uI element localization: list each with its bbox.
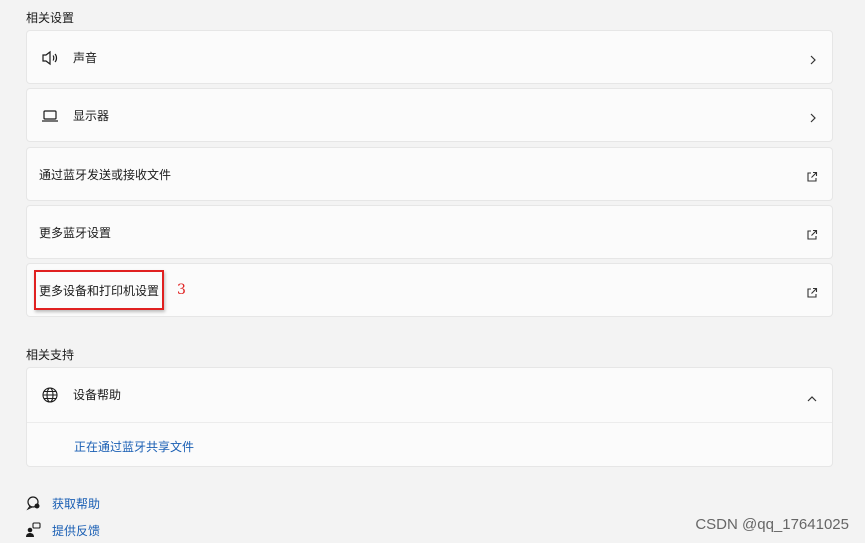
sound-label: 声音 (73, 51, 98, 65)
speaker-icon (41, 50, 59, 66)
help-chat-icon (25, 495, 41, 511)
chevron-right-icon (808, 109, 818, 123)
annotation-number: 3 (177, 282, 186, 298)
external-link-icon (806, 168, 818, 182)
sound-card[interactable]: 声音 (26, 30, 833, 84)
related-settings-title: 相关设置 (26, 11, 75, 25)
display-card[interactable]: 显示器 (26, 88, 833, 142)
related-support-title: 相关支持 (26, 348, 75, 362)
globe-icon (41, 386, 59, 404)
bluetooth-file-transfer-label: 通过蓝牙发送或接收文件 (39, 168, 172, 182)
feedback-icon (25, 522, 41, 538)
more-bluetooth-settings-label: 更多蓝牙设置 (39, 226, 112, 240)
chevron-up-icon[interactable] (806, 389, 818, 402)
annotation-highlight-box (34, 270, 164, 310)
device-help-header[interactable]: 设备帮助 (27, 368, 832, 423)
more-bluetooth-settings-card[interactable]: 更多蓝牙设置 (26, 205, 833, 259)
device-help-expander: 设备帮助 正在通过蓝牙共享文件 (26, 367, 833, 467)
display-label: 显示器 (73, 109, 110, 123)
laptop-icon (41, 108, 59, 124)
bluetooth-file-transfer-card[interactable]: 通过蓝牙发送或接收文件 (26, 147, 833, 201)
external-link-icon (806, 226, 818, 240)
chevron-right-icon (808, 51, 818, 65)
give-feedback-label: 提供反馈 (52, 524, 101, 538)
external-link-icon (806, 284, 818, 298)
device-help-label: 设备帮助 (73, 388, 122, 402)
sharing-files-link[interactable]: 正在通过蓝牙共享文件 (74, 438, 194, 455)
watermark-text: CSDN @qq_17641025 (695, 516, 849, 533)
get-help-label: 获取帮助 (52, 497, 101, 511)
